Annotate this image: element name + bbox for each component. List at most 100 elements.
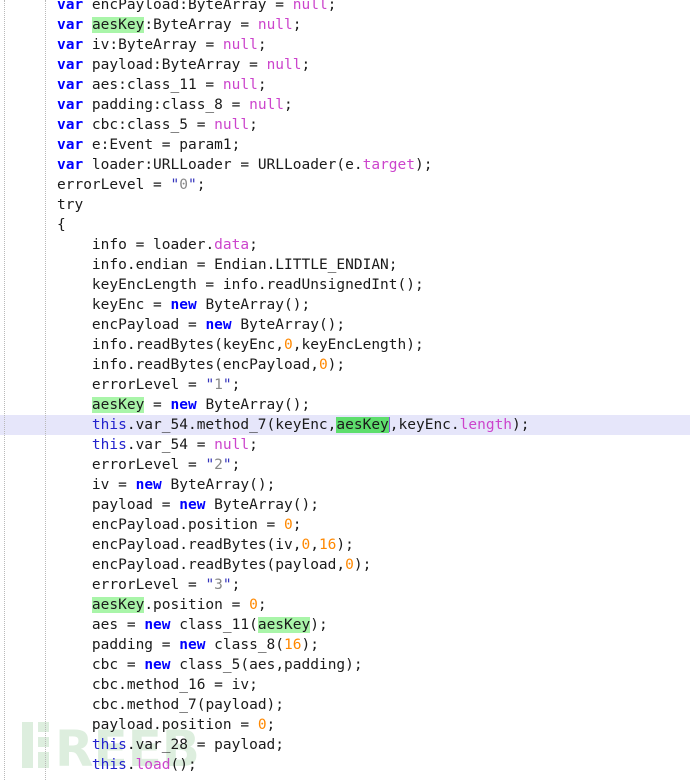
- code-token: ;: [257, 37, 267, 53]
- code-line[interactable]: payload.position = 0;: [0, 715, 690, 735]
- code-line[interactable]: aes = new class_11(aesKey);: [0, 615, 690, 635]
- code-line[interactable]: aesKey = new ByteArray();: [0, 395, 690, 415]
- code-token: ): [345, 657, 354, 673]
- code-lines-container[interactable]: var encPayload:ByteArray = null; var aesK…: [0, 0, 690, 775]
- code-line[interactable]: aesKey.position = 0;: [0, 595, 690, 615]
- code-token: readBytes: [187, 557, 267, 573]
- code-token: loader: [153, 237, 206, 253]
- code-line[interactable]: encPayload.readBytes(payload,0);: [0, 555, 690, 575]
- code-token: ;: [423, 157, 433, 173]
- code-token: ;: [353, 657, 363, 673]
- code-line[interactable]: cbc.method_7(payload);: [0, 695, 690, 715]
- code-token: (: [336, 157, 346, 173]
- code-token: =: [240, 57, 267, 73]
- code-token: .: [179, 537, 188, 553]
- code-line[interactable]: var e:Event = param1;: [0, 135, 690, 155]
- code-token: .: [126, 437, 136, 453]
- code-line[interactable]: var aesKey:ByteArray = null;: [0, 15, 690, 35]
- code-line[interactable]: keyEnc = new ByteArray();: [0, 295, 690, 315]
- code-line[interactable]: {: [0, 215, 690, 235]
- code-token: =: [222, 597, 250, 613]
- code-token: ": [170, 177, 180, 193]
- code-token: URLLoader: [257, 157, 337, 173]
- code-line[interactable]: encPayload.readBytes(iv,0,16);: [0, 535, 690, 555]
- code-line[interactable]: info.readBytes(encPayload,0);: [0, 355, 690, 375]
- code-line[interactable]: encPayload.position = 0;: [0, 515, 690, 535]
- code-token: 16: [284, 637, 302, 653]
- code-token: ByteArray: [196, 297, 285, 313]
- code-token: ): [353, 557, 363, 573]
- code-token: ByteArray: [153, 17, 232, 33]
- code-token: ;: [257, 597, 267, 613]
- code-token: =: [144, 397, 171, 413]
- code-line[interactable]: var payload:ByteArray = null;: [0, 55, 690, 75]
- code-token: ;: [284, 97, 293, 113]
- code-line[interactable]: this.load();: [0, 755, 690, 775]
- code-token: encPayload: [83, 0, 180, 13]
- code-token: param1: [179, 137, 232, 153]
- code-token: method_7: [126, 697, 197, 713]
- code-token: ;: [336, 317, 346, 333]
- code-line[interactable]: var iv:ByteArray = null;: [0, 35, 690, 55]
- code-token: ": [205, 577, 215, 593]
- code-token: iv: [91, 477, 110, 493]
- code-token: encPayload: [222, 357, 311, 373]
- code-token: 1: [214, 377, 223, 393]
- code-line[interactable]: keyEncLength = info.readUnsignedInt();: [0, 275, 690, 295]
- code-line[interactable]: errorLevel = "3";: [0, 575, 690, 595]
- code-token: {: [57, 217, 66, 233]
- code-token: =: [179, 457, 206, 473]
- code-token: ;: [249, 237, 258, 253]
- code-token: ,: [275, 657, 285, 673]
- code-token: ;: [301, 57, 311, 73]
- code-token: :: [144, 157, 154, 173]
- code-line[interactable]: cbc.method_16 = iv;: [0, 675, 690, 695]
- code-line[interactable]: info = loader.data;: [0, 235, 690, 255]
- code-token: method_7: [196, 417, 267, 433]
- code-line[interactable]: payload = new ByteArray();: [0, 495, 690, 515]
- code-line[interactable]: encPayload = new ByteArray();: [0, 315, 690, 335]
- code-token: null: [214, 117, 250, 133]
- code-token: ): [415, 157, 424, 173]
- code-token: (: [240, 657, 250, 673]
- code-token: null: [266, 57, 302, 73]
- highlighted-occurrence-token: aesKey: [91, 597, 145, 613]
- code-token: 0: [284, 337, 293, 353]
- code-token: =: [196, 77, 223, 93]
- code-token: =: [266, 0, 293, 13]
- code-line[interactable]: var cbc:class_5 = null;: [0, 115, 690, 135]
- code-token: ): [336, 537, 346, 553]
- code-token: (: [266, 557, 276, 573]
- code-line[interactable]: var loader:URLLoader = URLLoader(e.targe…: [0, 155, 690, 175]
- code-line[interactable]: info.endian = Endian.LITTLE_ENDIAN;: [0, 255, 690, 275]
- code-token: .: [126, 337, 136, 353]
- code-line[interactable]: this.var_28 = payload;: [0, 735, 690, 755]
- code-line[interactable]: info.readBytes(keyEnc,0,keyEncLength);: [0, 335, 690, 355]
- code-line[interactable]: errorLevel = "0";: [0, 175, 690, 195]
- code-token: ;: [257, 77, 267, 93]
- code-line[interactable]: this.var_54 = null;: [0, 435, 690, 455]
- code-line-current[interactable]: this.var_54.method_7(keyEnc,aesKey,keyEn…: [0, 415, 690, 435]
- code-line[interactable]: padding = new class_8(16);: [0, 635, 690, 655]
- code-token: class_11: [126, 77, 197, 93]
- code-editor-viewport[interactable]: REEBUF var encPayload:ByteArray = null;v…: [0, 0, 690, 780]
- code-token: readBytes: [135, 357, 215, 373]
- code-line[interactable]: try: [0, 195, 690, 215]
- code-line[interactable]: var padding:class_8 = null;: [0, 95, 690, 115]
- code-line[interactable]: var encPayload:ByteArray = null;: [0, 0, 690, 15]
- code-token: =: [118, 617, 145, 633]
- code-line[interactable]: iv = new ByteArray();: [0, 475, 690, 495]
- code-line[interactable]: var aes:class_11 = null;: [0, 75, 690, 95]
- code-line[interactable]: cbc = new class_5(aes,padding);: [0, 655, 690, 675]
- code-line[interactable]: errorLevel = "1";: [0, 375, 690, 395]
- code-token: payload: [275, 557, 337, 573]
- code-line[interactable]: errorLevel = "2";: [0, 455, 690, 475]
- code-token: =: [179, 577, 206, 593]
- code-token: =: [187, 437, 215, 453]
